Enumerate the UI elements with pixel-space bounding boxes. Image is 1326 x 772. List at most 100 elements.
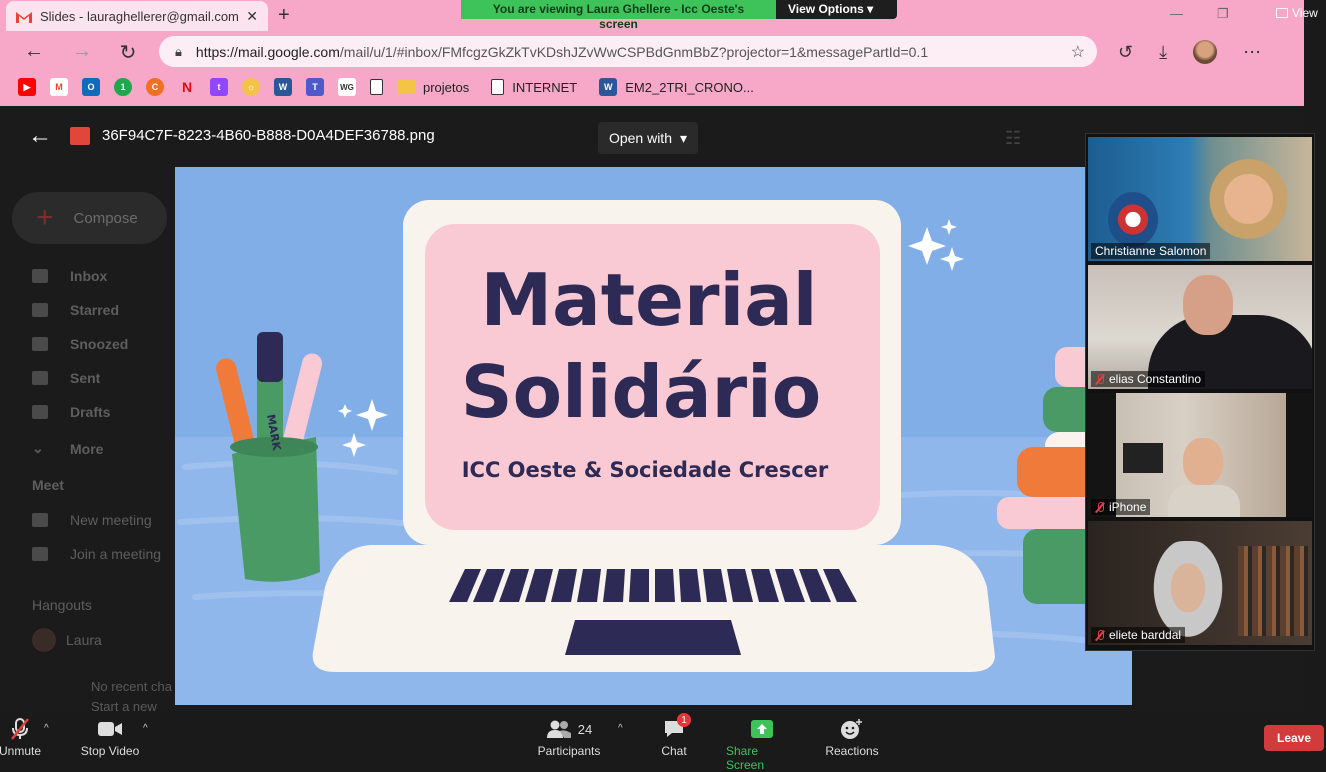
compose-button[interactable]: + Compose: [12, 192, 167, 244]
share-screen-icon: [750, 717, 774, 741]
sidebar-item-starred[interactable]: Starred: [32, 302, 119, 318]
participants-count: 24: [577, 721, 593, 737]
muted-mic-icon: [1095, 501, 1105, 513]
star-icon: [32, 303, 48, 317]
slide-title-line1: Material: [481, 258, 818, 342]
more-menu-icon[interactable]: ⋯: [1243, 42, 1261, 63]
word-icon: W: [599, 78, 618, 96]
new-meeting-link[interactable]: New meeting: [32, 512, 152, 528]
twitch-icon[interactable]: t: [210, 78, 228, 96]
window-controls: — ❐: [1170, 6, 1229, 22]
sidebar-item-inbox[interactable]: Inbox: [32, 268, 107, 284]
maximize-icon[interactable]: ❐: [1217, 6, 1229, 22]
viewer-toolbar: ← 36F94C7F-8223-4B60-B888-D0A4DEF36788.p…: [0, 118, 1085, 154]
sidebar-item-more[interactable]: ⌄ More: [32, 440, 103, 457]
video-icon: [32, 513, 48, 527]
back-icon[interactable]: ←: [22, 40, 46, 63]
sidebar-item-sent[interactable]: Sent: [32, 370, 100, 386]
participant-tile[interactable]: Christianne Salomon: [1088, 137, 1312, 261]
sidebar-item-drafts[interactable]: Drafts: [32, 404, 110, 420]
back-arrow-icon[interactable]: ←: [28, 122, 52, 150]
audio-options-caret[interactable]: ^: [44, 723, 49, 734]
chat-button[interactable]: 1 Chat: [656, 713, 692, 758]
join-meeting-link[interactable]: Join a meeting: [32, 546, 161, 562]
profile-avatar[interactable]: [1193, 40, 1218, 64]
participants-label: Participants: [537, 744, 601, 758]
tune-icon[interactable]: ☷: [1005, 128, 1021, 149]
new-tab-button[interactable]: +: [278, 4, 290, 27]
chevron-down-icon: ⌄: [32, 440, 44, 456]
teams-icon[interactable]: T: [306, 78, 324, 96]
document-icon[interactable]: [370, 79, 383, 95]
participant-tile[interactable]: iPhone: [1088, 393, 1312, 517]
whatsapp-icon[interactable]: 1: [114, 78, 132, 96]
open-with-button[interactable]: Open with ▾: [598, 122, 698, 154]
muted-mic-icon: [1095, 629, 1105, 641]
reactions-button[interactable]: Reactions: [824, 717, 880, 758]
zoom-view-button[interactable]: View: [1276, 6, 1318, 20]
address-bar[interactable]: 🔒︎ https://mail.google.com/mail/u/1/#inb…: [159, 36, 1097, 67]
participant-shirt: [1168, 485, 1240, 517]
reactions-label: Reactions: [825, 744, 879, 758]
close-tab-icon[interactable]: ✕: [246, 8, 258, 25]
slide-image: MARK Material Solidário ICC Oeste & Soci…: [175, 167, 1132, 705]
bookmark-star-icon[interactable]: ☆: [1071, 42, 1085, 62]
unmute-label: Unmute: [0, 744, 42, 758]
bookmark-internet[interactable]: INTERNET: [491, 79, 577, 95]
file-name: 36F94C7F-8223-4B60-B888-D0A4DEF36788.png: [102, 127, 435, 144]
participant-tile[interactable]: elias Constantino: [1088, 265, 1312, 389]
navigation-bar: ← → ↻ 🔒︎ https://mail.google.com/mail/u/…: [0, 32, 1304, 72]
send-icon: [32, 371, 48, 385]
wg-icon[interactable]: WG: [338, 78, 356, 96]
participant-name-label: Christianne Salomon: [1091, 243, 1211, 259]
screen-share-banner: You are viewing Laura Ghellere - Icc Oes…: [461, 0, 897, 31]
slide-subtitle: ICC Oeste & Sociedade Crescer: [462, 458, 829, 482]
participants-button[interactable]: 24 Participants: [537, 717, 601, 758]
participant-name-label: eliete barddal: [1091, 627, 1186, 643]
stop-video-label: Stop Video: [80, 744, 140, 758]
video-options-caret[interactable]: ^: [143, 723, 148, 734]
unmute-button[interactable]: Unmute: [0, 717, 42, 758]
image-file-icon: [70, 127, 90, 145]
word-icon[interactable]: W: [274, 78, 292, 96]
rotary-banner-decoration: [1108, 192, 1158, 247]
view-options-button[interactable]: View Options ▾: [776, 0, 897, 19]
muted-mic-icon: [1095, 373, 1105, 385]
chat-bubble-icon: 1: [663, 713, 691, 741]
slide-illustration: MARK Material Solidário ICC Oeste & Soci…: [175, 200, 1132, 705]
keyboard-icon: [32, 547, 48, 561]
share-screen-button[interactable]: Share Screen: [726, 717, 798, 772]
gmail-bookmark-icon[interactable]: M: [50, 78, 68, 96]
participants-options-caret[interactable]: ^: [618, 723, 623, 734]
participant-name-label: elias Constantino: [1091, 371, 1206, 387]
participant-tile[interactable]: eliete barddal: [1088, 521, 1312, 645]
forward-icon[interactable]: →: [70, 40, 94, 63]
history-icon[interactable]: ↺: [1118, 42, 1133, 63]
bookmark-em2[interactable]: W EM2_2TRI_CRONO...: [599, 78, 754, 96]
browser-tab[interactable]: Slides - lauraghellerer@gmail.com ✕: [6, 1, 268, 31]
crunchyroll-icon[interactable]: C: [146, 78, 164, 96]
tab-title: Slides - lauraghellerer@gmail.com: [40, 8, 239, 24]
stop-video-button[interactable]: Stop Video: [78, 717, 142, 758]
bookmark-projetos[interactable]: projetos: [397, 80, 469, 95]
participants-icon: 24: [546, 717, 592, 741]
gmail-icon: [16, 10, 32, 23]
leave-meeting-button[interactable]: Leave: [1264, 725, 1324, 751]
no-recent-chats: No recent cha: [91, 679, 172, 694]
outlook-icon[interactable]: O: [82, 78, 100, 96]
smiley-reaction-icon: [840, 717, 864, 741]
slide-title-line2: Solidário: [461, 350, 821, 434]
sun-icon[interactable]: ☼: [242, 78, 260, 96]
download-icon[interactable]: ⤓: [1159, 42, 1167, 63]
hangouts-user[interactable]: Laura: [32, 628, 102, 652]
folder-icon: [397, 80, 415, 94]
lock-icon: 🔒︎: [175, 43, 182, 59]
plus-icon: +: [36, 201, 54, 234]
compose-label: Compose: [73, 209, 138, 227]
netflix-icon[interactable]: N: [178, 78, 196, 96]
reload-icon[interactable]: ↻: [116, 40, 140, 65]
sidebar-item-snoozed[interactable]: Snoozed: [32, 336, 128, 352]
minimize-icon[interactable]: —: [1170, 6, 1183, 22]
youtube-icon[interactable]: ▶: [18, 78, 36, 96]
video-camera-icon: [97, 717, 123, 741]
